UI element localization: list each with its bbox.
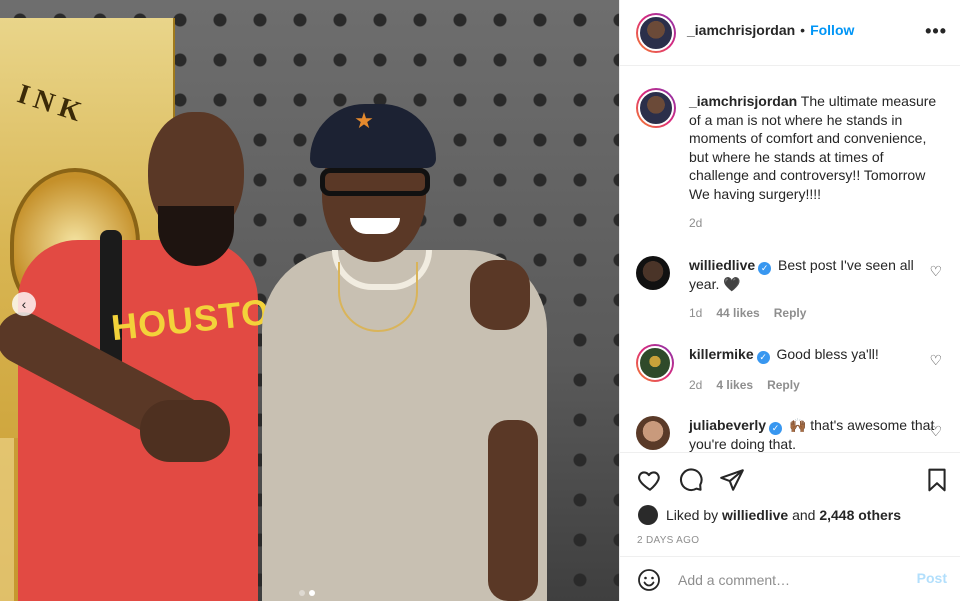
comment-time: 2d	[689, 378, 703, 392]
bookmark-icon[interactable]	[924, 467, 950, 493]
comment-username[interactable]: williedlive	[689, 257, 755, 273]
comment-killermike: killermike ✓ Good bless ya'll!	[689, 345, 947, 364]
liker-avatar[interactable]	[638, 505, 658, 525]
post-header: _iamchrisjordan • Follow •••	[620, 0, 960, 66]
liked-by-others[interactable]: 2,448 others	[819, 507, 901, 523]
carousel-dot	[299, 590, 305, 596]
banner-text: INK	[13, 78, 91, 130]
right-person-shoulder-hand	[470, 260, 530, 330]
author-avatar[interactable]	[636, 13, 676, 53]
cap-star-icon: ★	[354, 108, 374, 133]
comment-username[interactable]: juliabeverly	[689, 417, 766, 433]
comments-list[interactable]: _iamchrisjordan The ultimate measure of …	[620, 66, 960, 452]
comment-like-heart-icon[interactable]: ♡	[929, 352, 942, 369]
carousel-prev-button[interactable]: ‹	[12, 292, 36, 316]
caption-time: 2d	[689, 216, 703, 230]
carousel-dot-active	[309, 590, 315, 596]
follow-button[interactable]: Follow	[810, 22, 854, 38]
more-options-icon[interactable]: •••	[925, 22, 947, 40]
comment-meta: 1d 44 likes Reply	[689, 306, 806, 320]
author-username[interactable]: _iamchrisjordan	[687, 22, 795, 38]
comment-likes[interactable]: 44 likes	[716, 306, 759, 320]
caption-avatar[interactable]	[636, 88, 676, 128]
caption-username[interactable]: _iamchrisjordan	[689, 93, 797, 109]
comment-juliabeverly: juliabeverly ✓ 🙌🏾 that's awesome that you…	[689, 416, 947, 452]
emoji-icon[interactable]	[637, 568, 661, 592]
comment-like-heart-icon[interactable]: ♡	[929, 263, 942, 280]
reply-button[interactable]: Reply	[774, 306, 807, 320]
liked-by-user[interactable]: williedlive	[722, 507, 788, 523]
comment-like-heart-icon[interactable]: ♡	[929, 423, 942, 440]
verified-badge-icon: ✓	[769, 422, 783, 435]
post-comment-button[interactable]: Post	[917, 570, 947, 586]
comment-icon[interactable]	[678, 467, 704, 493]
reply-button[interactable]: Reply	[767, 378, 800, 392]
glasses	[320, 168, 430, 196]
liked-by-and: and	[792, 507, 816, 523]
comment-meta: 2d 4 likes Reply	[689, 378, 800, 392]
carousel-dots	[299, 590, 315, 596]
comment-likes[interactable]: 4 likes	[716, 378, 753, 392]
verified-badge-icon: ✓	[758, 262, 772, 275]
comment-avatar-killermike[interactable]	[636, 344, 674, 382]
comment-avatar-williedlive[interactable]	[636, 256, 670, 290]
post-date[interactable]: 2 DAYS AGO	[637, 535, 699, 546]
comment-williedlive: williedlive ✓ Best post I've seen all yea…	[689, 256, 947, 294]
handshake	[140, 400, 230, 462]
post-photo[interactable]: INK HOUSTON ★ ‹	[0, 0, 619, 601]
comment-time: 1d	[689, 306, 703, 320]
add-comment-bar: Post	[620, 556, 960, 601]
post-side-panel: _iamchrisjordan • Follow ••• _iamchrisjo…	[619, 0, 960, 601]
right-person-forearm	[488, 420, 538, 601]
caption-text: The ultimate measure of a man is not whe…	[689, 93, 937, 202]
share-icon[interactable]	[719, 467, 745, 493]
heart-icon[interactable]	[637, 467, 663, 493]
caption: _iamchrisjordan The ultimate measure of …	[689, 92, 947, 203]
liked-by: Liked by williedlive and 2,448 others	[638, 505, 901, 525]
add-comment-input[interactable]	[678, 570, 898, 590]
verified-badge-icon: ✓	[756, 351, 770, 364]
comment-text: Good bless ya'll!	[776, 346, 879, 362]
liked-by-prefix: Liked by	[666, 507, 719, 523]
comment-username[interactable]: killermike	[689, 346, 754, 362]
header-separator: •	[800, 22, 806, 38]
post-actions: Liked by williedlive and 2,448 others 2 …	[620, 452, 960, 556]
comment-avatar-juliabeverly[interactable]	[636, 416, 670, 450]
